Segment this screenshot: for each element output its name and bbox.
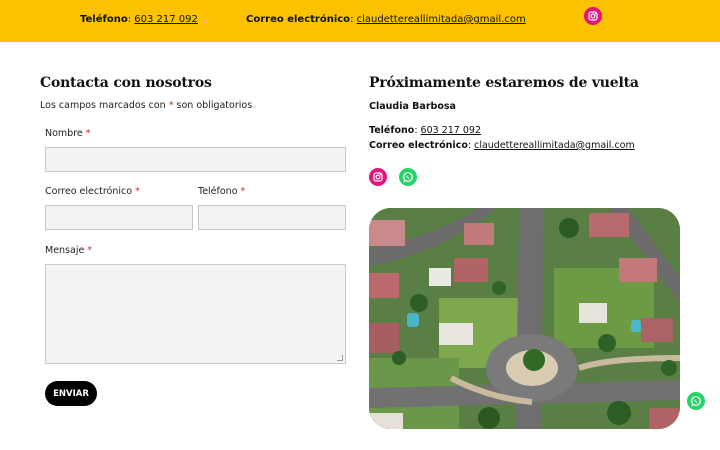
email-label: Correo electrónico *: [45, 186, 140, 197]
phone-field[interactable]: [198, 205, 346, 230]
info-email-link[interactable]: claudettereallimitada@gmail.com: [474, 140, 635, 151]
info-phone-link[interactable]: 603 217 092: [421, 125, 481, 136]
instagram-icon[interactable]: [369, 168, 387, 186]
topbar-email-label: Correo electrónico: [246, 14, 351, 25]
whatsapp-icon[interactable]: [399, 168, 417, 186]
instagram-icon[interactable]: [584, 7, 602, 25]
name-field[interactable]: [45, 147, 346, 172]
required-mark: *: [240, 186, 246, 197]
email-field[interactable]: [45, 205, 193, 230]
topbar-phone-label: Teléfono: [80, 14, 128, 25]
contact-title: Contacta con nosotros: [40, 75, 212, 91]
topbar-email: Correo electrónico: claudettereallimitad…: [246, 14, 526, 25]
aerial-neighborhood-photo: [369, 208, 680, 429]
required-note-text-end: son obligatorios: [176, 100, 253, 111]
resize-handle[interactable]: [337, 355, 343, 361]
required-mark: *: [85, 128, 91, 139]
required-note-text: Los campos marcados con: [40, 100, 166, 111]
whatsapp-icon[interactable]: [687, 392, 705, 410]
info-email: Correo electrónico: claudettereallimitad…: [369, 140, 635, 151]
message-label-text: Mensaje: [45, 245, 85, 256]
phone-label-text: Teléfono: [198, 186, 238, 197]
info-phone: Teléfono: 603 217 092: [369, 125, 481, 136]
top-bar: Teléfono: 603 217 092 Correo electrónico…: [0, 0, 720, 42]
name-label: Nombre *: [45, 128, 91, 139]
topbar-email-link[interactable]: claudettereallimitada@gmail.com: [357, 14, 526, 25]
message-field[interactable]: [45, 264, 346, 364]
message-label: Mensaje *: [45, 245, 92, 256]
info-email-label: Correo electrónico: [369, 140, 468, 151]
email-label-text: Correo electrónico: [45, 186, 133, 197]
phone-label: Teléfono *: [198, 186, 245, 197]
topbar-phone-link[interactable]: 603 217 092: [134, 14, 198, 25]
submit-button[interactable]: ENVIAR: [45, 381, 97, 406]
required-note: Los campos marcados con * son obligatori…: [40, 100, 252, 111]
topbar-phone: Teléfono: 603 217 092: [80, 14, 198, 25]
required-mark: *: [168, 100, 174, 111]
person-name: Claudia Barbosa: [369, 101, 456, 112]
required-mark: *: [87, 245, 93, 256]
name-label-text: Nombre: [45, 128, 83, 139]
required-mark: *: [135, 186, 140, 197]
info-phone-label: Teléfono: [369, 125, 415, 136]
info-title: Próximamente estaremos de vuelta: [369, 75, 639, 91]
